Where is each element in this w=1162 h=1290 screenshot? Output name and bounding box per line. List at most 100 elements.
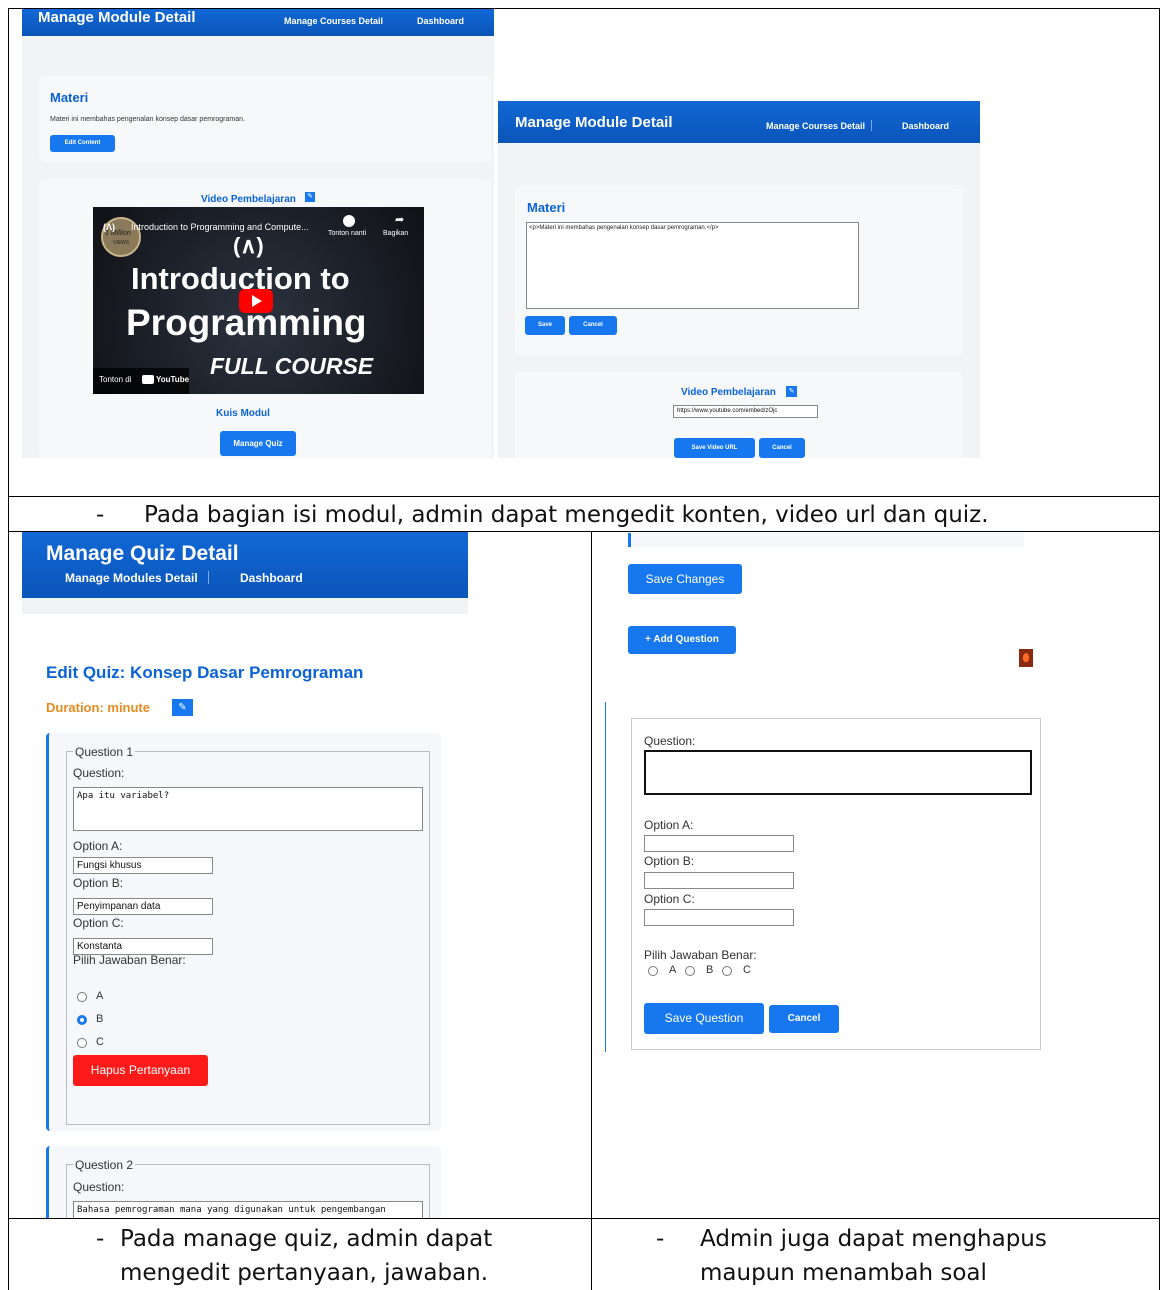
app-header: Manage Quiz Detail Manage Modules Detail… [22,532,468,598]
radio-a-label: A [96,990,104,1002]
nav-dashboard[interactable]: Dashboard [240,571,303,585]
previous-card-bottom [628,533,1024,547]
nav-manage-modules[interactable]: Manage Modules Detail [65,571,198,585]
radio-a[interactable] [77,992,87,1002]
materi-textarea[interactable]: <p>Materi ini membahas pengenalan konsep… [526,222,859,309]
bullet: - [96,502,105,528]
header-title: Manage Quiz Detail [46,542,239,565]
edit-quiz-title: Edit Quiz: Konsep Dasar Pemrograman [46,663,364,682]
question-label: Question: [73,766,125,780]
question-textarea[interactable] [644,750,1032,795]
video-edit-card: Video Pembelajaran ✎ https://www.youtube… [515,372,963,458]
card-accent [628,533,631,547]
question-card-2: Question 2 Question: Bahasa pemrograman … [46,1146,441,1218]
document-page: - Pada bagian isi modul, admin dapat men… [0,0,1162,1290]
cancel-video-button[interactable]: Cancel [759,438,805,458]
save-video-url-button[interactable]: Save Video URL [674,438,755,458]
radio-c-label: C [743,964,751,976]
edit-pencil-icon[interactable]: ✎ [305,192,315,202]
option-c-label: Option C: [644,892,695,906]
manage-quiz-button[interactable]: Manage Quiz [220,431,296,456]
save-question-button[interactable]: Save Question [644,1003,764,1034]
question-label: Question: [73,1180,125,1194]
caption-text: maupun menambah soal [700,1260,987,1286]
radio-b-label: B [96,1013,104,1025]
save-changes-button[interactable]: Save Changes [628,564,742,594]
nav-manage-courses[interactable]: Manage Courses Detail [766,121,865,131]
save-button[interactable]: Save [525,316,565,335]
materi-edit-card: Materi <p>Materi ini membahas pengenalan… [515,185,963,355]
edit-content-button[interactable]: Edit Content [50,135,115,152]
question-textarea[interactable]: Bahasa pemrograman mana yang digunakan u… [73,1201,423,1218]
option-a-input[interactable]: Fungsi khusus [73,857,213,874]
edit-duration-pencil-icon[interactable]: ✎ [172,699,193,716]
table-row-divider-1 [8,496,1160,497]
radio-c[interactable] [722,966,732,976]
clock-icon[interactable] [343,215,355,227]
question-legend: Question 1 [73,745,136,759]
caption-text: Admin juga dapat menghapus [700,1226,1047,1252]
table-column-divider [591,531,592,1290]
video-card: Video Pembelajaran ✎ 1 Million VIEWS (Λ)… [39,179,491,458]
option-c-input[interactable] [644,909,794,926]
correct-answer-label: Pilih Jawaban Benar: [644,948,757,962]
option-b-input[interactable]: Penyimpanan data [73,898,213,915]
bullet: - [96,1226,105,1252]
question-textarea[interactable]: Apa itu variabel? [73,787,423,831]
radio-c[interactable] [77,1038,87,1048]
nav-dashboard[interactable]: Dashboard [902,121,949,131]
nav-separator [208,571,209,584]
bullet: - [656,1226,665,1252]
play-button[interactable] [239,289,273,313]
option-b-label: Option B: [73,876,124,890]
nav-separator [871,120,872,131]
app-header: Manage Module Detail Manage Courses Deta… [498,101,980,143]
question-legend: Question 2 [73,1158,136,1172]
materi-title: Materi [527,200,566,215]
option-a-input[interactable] [644,835,794,852]
watch-later-label: Tonton nanti [328,230,367,237]
materi-text: Materi ini membahas pengenalan konsep da… [50,116,245,123]
option-b-label: Option B: [644,854,695,868]
play-icon [252,295,262,307]
flame-icon [1019,649,1033,667]
screenshot-module-edit: Manage Module Detail Manage Courses Deta… [498,101,980,458]
radio-a[interactable] [648,966,658,976]
watch-on-label: Tonton di [99,375,132,384]
radio-b-label: B [706,964,714,976]
screenshot-module-view: Manage Module Detail Manage Courses Deta… [22,9,494,458]
nav-manage-courses[interactable]: Manage Courses Detail [284,16,383,26]
radio-b[interactable] [77,1015,87,1025]
youtube-label: YouTube [156,375,190,384]
watch-on-youtube[interactable]: Tonton di YouTube [93,368,189,394]
header-title: Manage Module Detail [515,114,673,131]
app-header: Manage Module Detail Manage Courses Deta… [22,9,494,36]
duration-label: Duration: minute [46,700,150,715]
option-b-input[interactable] [644,872,794,889]
video-embed[interactable]: 1 Million VIEWS (Λ) Introduction to Prog… [93,207,424,394]
edit-pencil-icon[interactable]: ✎ [786,386,797,397]
channel-logo-icon: (Λ) [103,222,115,232]
cancel-button[interactable]: Cancel [569,316,617,335]
video-url-input[interactable]: https://www.youtube.com/embed/zOjc [673,405,818,418]
caption-row1: - Pada bagian isi modul, admin dapat men… [24,498,1154,532]
nav-dashboard[interactable]: Dashboard [417,16,464,26]
option-c-label: Option C: [73,916,124,930]
caption-text: Pada manage quiz, admin dapat [120,1226,493,1252]
option-a-label: Option A: [644,818,694,832]
video-title: Video Pembelajaran [681,387,776,398]
table-row-divider-3 [8,1218,1160,1219]
share-icon[interactable]: ➦ [395,213,404,226]
delete-question-button[interactable]: Hapus Pertanyaan [73,1055,208,1086]
radio-a-label: A [669,964,677,976]
cancel-button[interactable]: Cancel [769,1005,839,1033]
add-question-button[interactable]: + Add Question [628,626,736,654]
video-channel-title: Introduction to Programming and Compute.… [131,222,309,232]
screenshot-quiz-edit: Manage Quiz Detail Manage Modules Detail… [22,532,468,1218]
caption-text: Pada bagian isi modul, admin dapat menge… [144,502,989,528]
video-title-line3: FULL COURSE [210,353,374,379]
caption-row2-right: - Admin juga dapat menghapus maupun mena… [600,1222,1155,1290]
caption-row2-left: - Pada manage quiz, admin dapat mengedit… [24,1222,584,1290]
correct-answer-label: Pilih Jawaban Benar: [73,953,186,967]
radio-b[interactable] [685,966,695,976]
